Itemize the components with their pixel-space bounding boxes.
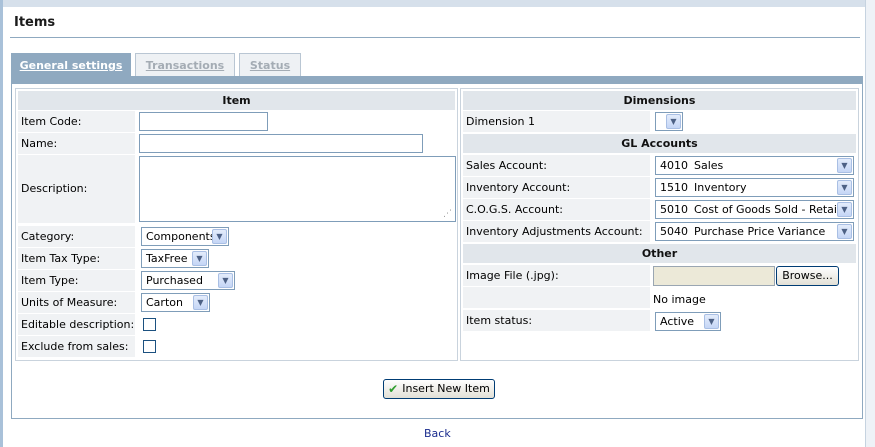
sales-account-select[interactable]: 4010 Sales ▼ xyxy=(655,156,854,175)
item-status-label: Item status: xyxy=(463,310,650,331)
page-title: Items xyxy=(14,15,56,30)
inventory-account-label: Inventory Account: xyxy=(463,177,650,198)
checkmark-icon: ✔ xyxy=(388,382,399,396)
chevron-down-icon: ▼ xyxy=(837,224,852,239)
title-divider xyxy=(10,37,860,38)
chevron-down-icon: ▼ xyxy=(837,202,852,217)
tax-type-label: Item Tax Type: xyxy=(18,248,135,269)
chevron-down-icon: ▼ xyxy=(837,158,852,173)
adjustments-account-label: Inventory Adjustments Account: xyxy=(463,221,650,242)
no-image-text: No image xyxy=(653,293,706,306)
chevron-down-icon: ▼ xyxy=(666,114,681,129)
description-textarea[interactable] xyxy=(139,156,456,222)
chevron-down-icon: ▼ xyxy=(837,180,852,195)
back-link[interactable]: Back xyxy=(424,427,451,440)
item-type-select[interactable]: Purchased ▼ xyxy=(141,271,235,290)
image-file-input[interactable] xyxy=(653,266,775,286)
chevron-down-icon: ▼ xyxy=(218,273,233,288)
image-spacer-label xyxy=(463,287,650,308)
name-label: Name: xyxy=(18,133,135,154)
units-label: Units of Measure: xyxy=(18,292,135,313)
dimensions-section-header: Dimensions xyxy=(463,91,856,110)
units-select[interactable]: Carton ▼ xyxy=(141,293,210,312)
item-code-input[interactable] xyxy=(139,112,268,131)
item-type-label: Item Type: xyxy=(18,270,135,291)
window-left-border xyxy=(0,0,3,447)
tax-type-select[interactable]: TaxFree ▼ xyxy=(141,249,209,268)
exclude-sales-label: Exclude from sales: xyxy=(18,336,135,357)
item-status-select[interactable]: Active ▼ xyxy=(655,312,721,331)
window-top-strip xyxy=(0,0,875,7)
item-code-label: Item Code: xyxy=(18,111,135,132)
exclude-sales-checkbox[interactable] xyxy=(143,340,156,353)
adjustments-account-select[interactable]: 5040 Purchase Price Variance ▼ xyxy=(655,222,854,241)
chevron-down-icon: ▼ xyxy=(192,251,207,266)
insert-new-item-button[interactable]: ✔ Insert New Item xyxy=(383,379,495,399)
editable-description-label: Editable description: xyxy=(18,314,135,335)
chevron-down-icon: ▼ xyxy=(212,229,227,244)
browse-button[interactable]: Browse... xyxy=(776,266,839,286)
chevron-down-icon: ▼ xyxy=(193,295,208,310)
window-scrollbar[interactable] xyxy=(865,0,875,447)
sales-account-label: Sales Account: xyxy=(463,155,650,176)
chevron-down-icon: ▼ xyxy=(704,314,719,329)
form-panel: Item Item Code: Name: Description: ⋰ Cat… xyxy=(11,84,863,419)
image-file-label: Image File (.jpg): xyxy=(463,265,650,286)
insert-new-item-label: Insert New Item xyxy=(402,382,490,395)
tab-general-settings[interactable]: General settings xyxy=(11,53,131,77)
tab-transactions[interactable]: Transactions xyxy=(135,53,235,77)
cogs-account-label: C.O.G.S. Account: xyxy=(463,199,650,220)
description-label: Description: xyxy=(18,155,135,223)
item-section-header: Item xyxy=(18,91,455,110)
dimension1-select[interactable]: ▼ xyxy=(655,112,683,131)
dimension1-label: Dimension 1 xyxy=(463,111,650,132)
cogs-account-select[interactable]: 5010 Cost of Goods Sold - Retail ▼ xyxy=(655,200,854,219)
name-input[interactable] xyxy=(139,134,423,153)
editable-description-checkbox[interactable] xyxy=(143,318,156,331)
gl-accounts-section-header: GL Accounts xyxy=(463,134,856,153)
category-select[interactable]: Components ▼ xyxy=(141,227,229,246)
category-label: Category: xyxy=(18,226,135,247)
other-section-header: Other xyxy=(463,244,856,263)
tab-status[interactable]: Status xyxy=(239,53,301,77)
inventory-account-select[interactable]: 1510 Inventory ▼ xyxy=(655,178,854,197)
resize-grip-icon[interactable]: ⋰ xyxy=(443,209,453,219)
